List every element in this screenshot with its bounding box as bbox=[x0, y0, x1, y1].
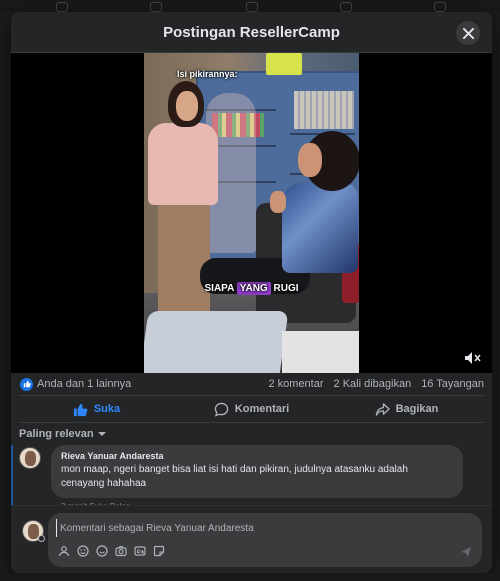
like-icon bbox=[73, 403, 88, 416]
comment-composer bbox=[11, 505, 492, 573]
home-icon bbox=[56, 2, 68, 12]
share-count[interactable]: 2 Kali dibagikan bbox=[334, 378, 412, 390]
chevron-down-icon bbox=[97, 432, 106, 436]
send-icon[interactable] bbox=[460, 546, 472, 558]
sticker-button[interactable] bbox=[153, 545, 165, 557]
reaction-emoji-button[interactable] bbox=[96, 545, 108, 557]
background-navbar bbox=[0, 0, 500, 12]
avatar-sticker-button[interactable] bbox=[58, 545, 70, 557]
gif-icon bbox=[134, 546, 146, 556]
avatar-status-icon bbox=[38, 535, 45, 542]
gif-button[interactable] bbox=[134, 545, 146, 557]
like-button[interactable]: Suka bbox=[19, 396, 174, 422]
marketplace-icon bbox=[246, 2, 258, 12]
comment-bubble: Rieva Yanuar Andaresta mon maap, ngeri b… bbox=[51, 445, 463, 498]
video-frame[interactable]: Isi pikirannya: SIAPA YANG RUGI bbox=[144, 53, 359, 373]
comment-text: mon maap, ngeri banget bisa liat isi hat… bbox=[61, 464, 408, 489]
modal-title: Postingan ResellerCamp bbox=[163, 23, 340, 41]
like-icon bbox=[20, 377, 33, 391]
gaming-icon bbox=[434, 2, 446, 12]
emoji-icon bbox=[77, 545, 89, 557]
mute-icon[interactable] bbox=[464, 351, 482, 365]
comment-count[interactable]: 2 komentar bbox=[268, 378, 323, 390]
sticker-icon bbox=[153, 545, 165, 557]
emoji-button[interactable] bbox=[77, 545, 89, 557]
reaction-count[interactable]: Anda dan 1 lainnya bbox=[20, 377, 131, 391]
share-button[interactable]: Bagikan bbox=[329, 396, 484, 422]
composer-tools bbox=[58, 545, 165, 557]
video-icon bbox=[150, 2, 162, 12]
background-footer bbox=[0, 573, 500, 581]
view-count: 16 Tayangan bbox=[421, 378, 484, 390]
modal-header: Postingan ResellerCamp bbox=[11, 12, 492, 53]
comment-input[interactable] bbox=[56, 519, 456, 537]
share-icon bbox=[375, 402, 390, 416]
camera-icon bbox=[115, 545, 127, 557]
smile-icon bbox=[96, 545, 108, 557]
groups-icon bbox=[340, 2, 352, 12]
video-caption: SIAPA YANG RUGI bbox=[204, 282, 299, 295]
avatar[interactable] bbox=[19, 447, 41, 469]
avatar-sticker-icon bbox=[58, 546, 70, 557]
post-stats: Anda dan 1 lainnya 2 komentar 2 Kali dib… bbox=[11, 373, 492, 395]
close-icon bbox=[462, 27, 474, 39]
comment-button[interactable]: Komentari bbox=[174, 396, 329, 422]
video-thought-caption: Isi pikirannya: bbox=[177, 69, 238, 79]
post-actions: Suka Komentari Bagikan bbox=[19, 395, 484, 423]
comment-author[interactable]: Rieva Yanuar Andaresta bbox=[61, 451, 453, 461]
comment-box bbox=[48, 513, 482, 567]
comment-icon bbox=[214, 402, 229, 417]
comment-sort-dropdown[interactable]: Paling relevan bbox=[19, 423, 106, 445]
post-modal: Postingan ResellerCamp Isi pikirannya: S… bbox=[11, 12, 492, 573]
close-button[interactable] bbox=[456, 21, 480, 45]
camera-button[interactable] bbox=[115, 545, 127, 557]
video-player[interactable]: Isi pikirannya: SIAPA YANG RUGI bbox=[11, 53, 492, 373]
